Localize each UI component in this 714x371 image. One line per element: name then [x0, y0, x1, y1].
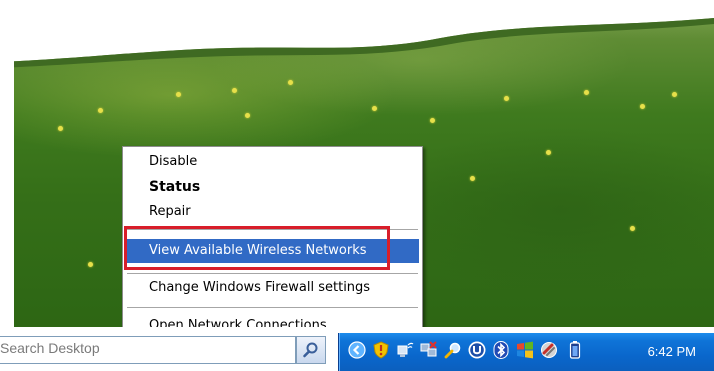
menu-item-label: Repair: [149, 204, 191, 219]
menu-item-label: View Available Wireless Networks: [149, 243, 367, 258]
collapse-arrow-icon[interactable]: [347, 340, 367, 360]
wallpaper-flower: [430, 118, 435, 123]
network-context-menu: Disable Status Repair View Available Wir…: [122, 146, 423, 341]
wallpaper-hill-ridge: [0, 0, 714, 68]
wallpaper-flower: [176, 92, 181, 97]
windows-flag-icon[interactable]: [515, 340, 535, 360]
wallpaper-flower: [640, 104, 645, 109]
wallpaper-flower: [245, 113, 250, 118]
menu-item-disable[interactable]: Disable: [126, 150, 419, 174]
menu-item-change-firewall-settings[interactable]: Change Windows Firewall settings: [126, 276, 419, 300]
search-magnifier-icon[interactable]: [443, 340, 463, 360]
network-connections-icon[interactable]: [419, 340, 439, 360]
menu-item-repair[interactable]: Repair: [126, 200, 419, 224]
wallpaper-flower: [584, 90, 589, 95]
wallpaper-flower: [504, 96, 509, 101]
tools-icon[interactable]: [539, 340, 559, 360]
u-app-icon[interactable]: [467, 340, 487, 360]
wallpaper-flower: [288, 80, 293, 85]
wallpaper-flower: [630, 226, 635, 231]
menu-item-label: Change Windows Firewall settings: [149, 280, 371, 295]
menu-item-view-wireless-networks[interactable]: View Available Wireless Networks: [126, 239, 419, 263]
menu-item-status[interactable]: Status: [126, 175, 419, 199]
desktop-left-edge: [0, 0, 14, 327]
clock[interactable]: 6:42 PM: [648, 344, 696, 359]
search-button[interactable]: [296, 336, 326, 364]
wallpaper-flower: [372, 106, 377, 111]
wallpaper-flower: [470, 176, 475, 181]
battery-icon[interactable]: [565, 340, 585, 360]
search-placeholder: Search Desktop: [0, 340, 100, 356]
wallpaper-flower: [546, 150, 551, 155]
wallpaper-flower: [58, 126, 63, 131]
menu-separator: [127, 307, 418, 308]
system-tray: 6:42 PM: [338, 333, 714, 371]
menu-item-label: Status: [149, 179, 201, 195]
search-icon: [303, 342, 318, 358]
bluetooth-icon[interactable]: [491, 340, 511, 360]
menu-separator: [127, 273, 418, 274]
security-shield-icon[interactable]: [371, 340, 391, 360]
menu-separator: [127, 229, 418, 230]
wallpaper-flower: [98, 108, 103, 113]
menu-item-label: Disable: [149, 154, 198, 169]
wireless-network-icon[interactable]: [395, 340, 415, 360]
wallpaper-flower: [672, 92, 677, 97]
wallpaper-flower: [232, 88, 237, 93]
wallpaper-flower: [88, 262, 93, 267]
